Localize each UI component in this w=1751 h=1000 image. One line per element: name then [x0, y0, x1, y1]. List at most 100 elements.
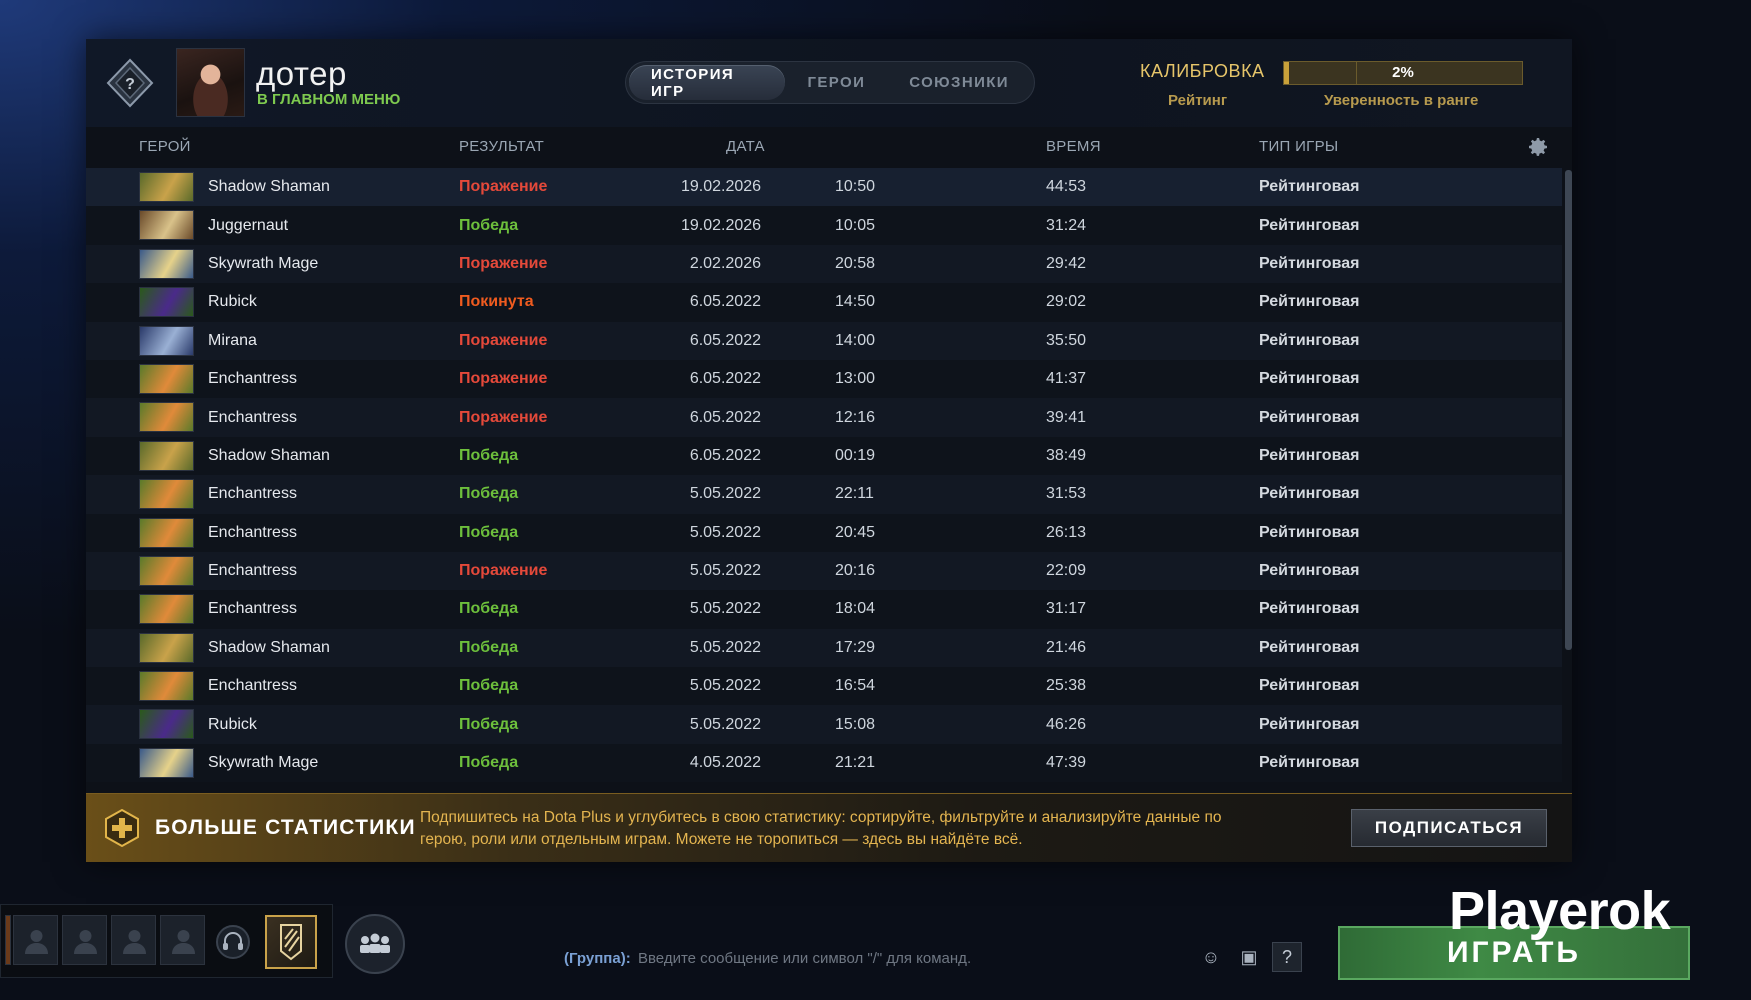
game-type: Рейтинговая [1259, 600, 1360, 618]
match-row[interactable]: Mirana Поражение 6.05.2022 14:00 35:50 Рейтин… [86, 321, 1562, 360]
column-header-date[interactable]: ДАТА [726, 138, 765, 155]
match-time: 12:16 [835, 408, 876, 426]
match-row[interactable]: Enchantress Победа 5.05.2022 20:45 26:13 Рейт… [86, 513, 1562, 552]
match-duration: 25:38 [1046, 677, 1087, 695]
emoji-icon[interactable]: ☺ [1196, 942, 1226, 972]
column-header-duration[interactable]: ВРЕМЯ [1046, 138, 1101, 155]
match-row[interactable]: Enchantress Поражение 6.05.2022 13:00 41:37 Р… [86, 359, 1562, 399]
rank-confidence-percent: 2% [1392, 64, 1414, 81]
hero-name: Shadow Shaman [208, 178, 330, 196]
match-row[interactable]: Skywrath Mage Поражение 2.02.2026 20:58 29:4… [86, 244, 1562, 284]
match-time: 10:50 [835, 178, 876, 196]
match-date: 19.02.2026 [681, 216, 762, 234]
chat-input[interactable]: Введите сообщение или символ "/" для ком… [638, 950, 971, 967]
match-duration: 35:50 [1046, 331, 1087, 349]
hero-name: Mirana [208, 331, 257, 349]
match-row[interactable]: Enchantress Победа 5.05.2022 22:11 31:53 Рейт… [86, 475, 1562, 514]
match-date: 5.05.2022 [689, 677, 761, 695]
tab-match-history[interactable]: ИСТОРИЯ ИГР [629, 65, 786, 100]
match-duration: 22:09 [1046, 562, 1087, 580]
match-duration: 31:24 [1046, 216, 1087, 234]
promo-text: Подпишитесь на Dota Plus и углубитесь в … [420, 809, 1222, 848]
voice-headset-button[interactable] [216, 925, 250, 959]
match-row[interactable]: Juggernaut Победа 19.02.2026 10:05 31:24 Рейт… [86, 206, 1562, 245]
hero-name: Shadow Shaman [208, 638, 330, 656]
rating-label: Рейтинг [1168, 92, 1228, 109]
match-result: Поражение [459, 331, 548, 349]
screenshot-icon[interactable]: ▣ [1234, 942, 1264, 972]
match-duration: 38:49 [1046, 446, 1087, 464]
game-type: Рейтинговая [1259, 178, 1360, 196]
dota-plus-promo: БОЛЬШЕ СТАТИСТИКИ Подпишитесь на Dota Pl… [86, 793, 1572, 862]
scrollbar[interactable] [1565, 170, 1572, 650]
game-type: Рейтинговая [1259, 446, 1360, 464]
hero-portrait-icon [139, 287, 194, 318]
avatar[interactable] [176, 48, 245, 117]
game-type: Рейтинговая [1259, 485, 1360, 503]
battle-pass-emblem[interactable] [265, 915, 317, 969]
match-date: 6.05.2022 [689, 408, 761, 426]
match-date: 5.05.2022 [689, 638, 761, 656]
match-row[interactable]: Shadow Shaman Победа 6.05.2022 00:19 38:49 Ре… [86, 436, 1562, 476]
game-type: Рейтинговая [1259, 523, 1360, 541]
match-date: 6.05.2022 [689, 370, 761, 388]
match-date: 19.02.2026 [681, 178, 762, 196]
party-slot-self[interactable] [5, 915, 11, 965]
match-time: 15:08 [835, 715, 876, 733]
game-type: Рейтинговая [1259, 216, 1360, 234]
match-duration: 31:53 [1046, 485, 1087, 503]
column-header-game-type[interactable]: ТИП ИГРЫ [1259, 138, 1338, 155]
watermark-logo: Playerok [1449, 881, 1671, 941]
hero-name: Enchantress [208, 485, 297, 503]
column-header-hero[interactable]: ГЕРОЙ [139, 138, 191, 155]
tab-heroes[interactable]: ГЕРОИ [785, 65, 887, 100]
hero-name: Enchantress [208, 677, 297, 695]
party-slot-1[interactable] [13, 915, 58, 965]
hero-name: Enchantress [208, 600, 297, 618]
hero-name: Shadow Shaman [208, 446, 330, 464]
party-slot-3[interactable] [111, 915, 156, 965]
match-result: Поражение [459, 408, 548, 426]
match-row[interactable]: Enchantress Поражение 6.05.2022 12:16 39:41 Р… [86, 398, 1562, 437]
party-slot-2[interactable] [62, 915, 107, 965]
game-type: Рейтинговая [1259, 562, 1360, 580]
match-row[interactable]: Shadow Shaman Поражение 19.02.2026 10:50 44:… [86, 168, 1562, 207]
hero-portrait-icon [139, 632, 194, 663]
match-row[interactable]: Enchantress Поражение 5.05.2022 20:16 22:09 Р… [86, 551, 1562, 591]
match-time: 21:21 [835, 754, 876, 772]
gear-icon[interactable] [1526, 135, 1550, 159]
column-header-result[interactable]: РЕЗУЛЬТАТ [459, 138, 544, 155]
subscribe-button[interactable]: ПОДПИСАТЬСЯ [1351, 809, 1547, 847]
match-time: 14:00 [835, 331, 876, 349]
match-result: Победа [459, 523, 519, 541]
match-result: Победа [459, 677, 519, 695]
match-row[interactable]: Rubick Покинута 6.05.2022 14:50 29:02 Рейтинг… [86, 283, 1562, 322]
match-row[interactable]: Skywrath Mage Победа 4.05.2022 21:21 47:39 Ре… [86, 743, 1562, 783]
tab-allies[interactable]: СОЮЗНИКИ [887, 65, 1031, 100]
game-type: Рейтинговая [1259, 293, 1360, 311]
tab-bar: ИСТОРИЯ ИГР ГЕРОИ СОЮЗНИКИ [625, 61, 1035, 104]
match-duration: 44:53 [1046, 178, 1087, 196]
hero-name: Skywrath Mage [208, 254, 319, 272]
game-type: Рейтинговая [1259, 331, 1360, 349]
match-result: Поражение [459, 254, 548, 272]
match-row[interactable]: Rubick Победа 5.05.2022 15:08 46:26 Рейтингов… [86, 705, 1562, 744]
player-status: В ГЛАВНОМ МЕНЮ [257, 91, 401, 108]
help-button[interactable]: ? [1272, 942, 1302, 972]
hero-name: Rubick [208, 293, 257, 311]
rank-badge-icon[interactable]: ? [104, 57, 156, 109]
hero-portrait-icon [139, 363, 194, 394]
party-slot-4[interactable] [160, 915, 205, 965]
player-name[interactable]: дотер [256, 55, 347, 93]
emblem-icon [280, 924, 302, 961]
match-time: 20:58 [835, 254, 876, 272]
group-finder-button[interactable] [345, 914, 405, 974]
game-type: Рейтинговая [1259, 254, 1360, 272]
match-date: 5.05.2022 [689, 485, 761, 503]
match-row[interactable]: Shadow Shaman Победа 5.05.2022 17:29 21:46 Ре… [86, 628, 1562, 668]
match-row[interactable]: Enchantress Победа 5.05.2022 18:04 31:17 Рейт… [86, 590, 1562, 629]
match-row[interactable]: Enchantress Победа 5.05.2022 16:54 25:38 Рейт… [86, 667, 1562, 706]
match-duration: 47:39 [1046, 754, 1087, 772]
party-bar [0, 904, 333, 978]
match-result: Победа [459, 216, 519, 234]
